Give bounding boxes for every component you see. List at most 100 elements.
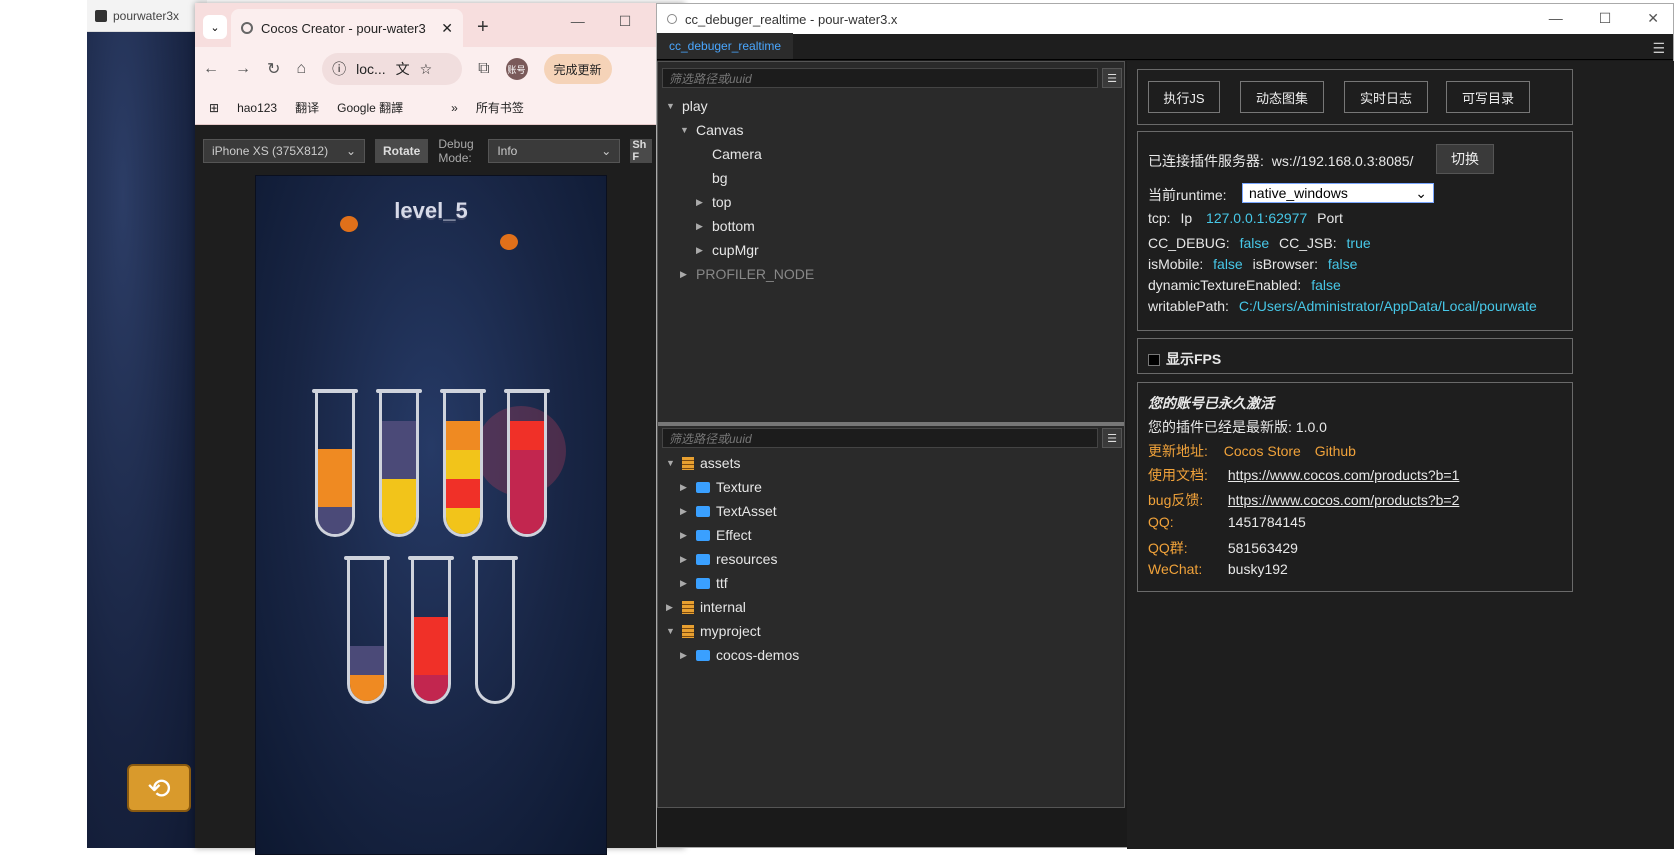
runtime-select[interactable]: native_windows ⌄: [1242, 183, 1434, 203]
show-fps-checkbox[interactable]: 显示FPS: [1148, 349, 1221, 369]
tab-search-chevron-icon[interactable]: ⌄: [203, 15, 227, 39]
rotate-button[interactable]: Rotate: [375, 139, 429, 163]
debugger-window-title: cc_debuger_realtime - pour-water3.x: [685, 11, 898, 27]
cocos-favicon-icon: [241, 22, 253, 34]
tube-6[interactable]: [411, 558, 451, 704]
browser-tab[interactable]: Cocos Creator - pour-water3 ✕: [231, 9, 463, 47]
background-window-titlebar[interactable]: pourwater3x: [87, 0, 207, 32]
app-icon: [667, 14, 677, 24]
github-link[interactable]: Github: [1315, 443, 1356, 459]
back-arrow-icon[interactable]: ←: [203, 60, 219, 78]
maximize-button[interactable]: ☐: [1599, 10, 1612, 27]
checkbox-icon[interactable]: [1148, 354, 1160, 367]
game-canvas[interactable]: level_5: [255, 175, 607, 855]
dynamic-atlas-button[interactable]: 动态图集: [1240, 81, 1324, 113]
page-content: iPhone XS (375X812) ⌄ Rotate Debug Mode:…: [195, 125, 685, 855]
tree-node-cupmgr[interactable]: ▶ cupMgr: [696, 239, 759, 261]
folder-icon: [696, 649, 710, 661]
all-bookmarks-folder[interactable]: 所有书签: [476, 99, 524, 116]
bundle-icon: [682, 624, 694, 638]
asset-folder-texture[interactable]: ▶ Texture: [680, 476, 762, 498]
cocos-store-link[interactable]: Cocos Store: [1224, 443, 1301, 459]
asset-folder-ttf[interactable]: ▶ ttf: [680, 572, 728, 594]
asset-folder-cocos-demos[interactable]: ▶ cocos-demos: [680, 644, 799, 666]
bookmark-google-translate[interactable]: Google 翻譯: [337, 99, 403, 116]
chevron-down-icon: ⌄: [1415, 184, 1427, 201]
asset-bundle-myproject[interactable]: ▼ myproject: [666, 620, 761, 642]
new-tab-button[interactable]: +: [477, 16, 489, 39]
star-icon[interactable]: ☆: [420, 61, 433, 78]
tab-close-icon[interactable]: ✕: [441, 20, 453, 37]
maximize-button[interactable]: ☐: [619, 13, 632, 30]
debugger-titlebar[interactable]: cc_debuger_realtime - pour-water3.x — ☐ …: [657, 4, 1673, 34]
bookmark-translate[interactable]: 翻译: [295, 99, 319, 116]
tube-1[interactable]: [315, 391, 355, 537]
minimize-button[interactable]: —: [571, 13, 585, 30]
docs-row: 使用文档: https://www.cocos.com/products?b=1: [1148, 467, 1460, 483]
tab-strip: ⌄ Cocos Creator - pour-water3 ✕ + — ☐ ✕: [195, 3, 685, 47]
apps-grid-icon[interactable]: ⊞: [209, 101, 219, 115]
asset-folder-textasset[interactable]: ▶ TextAsset: [680, 500, 777, 522]
device-select[interactable]: iPhone XS (375X812) ⌄: [203, 139, 365, 163]
docs-link[interactable]: https://www.cocos.com/products?b=1: [1228, 467, 1460, 483]
tab-cc-debuger-realtime[interactable]: cc_debuger_realtime: [657, 33, 794, 59]
tube-7[interactable]: [475, 558, 515, 704]
chrome-window: ⌄ Cocos Creator - pour-water3 ✕ + — ☐ ✕ …: [195, 3, 685, 855]
tree-node-bg[interactable]: bg: [696, 167, 728, 189]
forward-arrow-icon[interactable]: →: [235, 60, 251, 78]
collapse-tree-icon[interactable]: ☰: [1102, 68, 1122, 88]
version-text: 您的插件已经是最新版: 1.0.0: [1148, 419, 1327, 435]
tube-4[interactable]: [507, 391, 547, 537]
tree-node-bottom[interactable]: ▶ bottom: [696, 215, 755, 237]
asset-filter-input[interactable]: 筛选路径或uuid: [662, 428, 1098, 448]
show-fps-button[interactable]: Sh F: [630, 139, 653, 163]
realtime-log-button[interactable]: 实时日志: [1344, 81, 1428, 113]
writable-dir-button[interactable]: 可写目录: [1446, 81, 1530, 113]
platform-row: isMobile: false isBrowser: false: [1148, 256, 1358, 272]
tree-node-camera[interactable]: Camera: [696, 143, 762, 165]
debug-mode-select[interactable]: Info ⌄: [488, 139, 621, 163]
runtime-label: 当前runtime:: [1148, 187, 1227, 203]
tube-3[interactable]: [443, 391, 483, 537]
tree-node-play[interactable]: ▼ play: [666, 95, 708, 117]
asset-bundle-internal[interactable]: ▶ internal: [666, 596, 746, 618]
toolbar: ← → ↻ ⌂ ⓘ loc... 文 ☆ ⧉ 账号 完成更新: [195, 47, 685, 91]
close-button[interactable]: ✕: [1647, 10, 1659, 27]
collapse-assets-icon[interactable]: ☰: [1102, 428, 1122, 448]
tube-2[interactable]: [379, 391, 419, 537]
menu-icon[interactable]: ☰: [1652, 40, 1665, 57]
asset-folder-effect[interactable]: ▶ Effect: [680, 524, 752, 546]
extensions-icon[interactable]: ⧉: [478, 60, 489, 78]
folder-icon: [696, 481, 710, 493]
minimize-button[interactable]: —: [1549, 10, 1563, 27]
qq-group-row: QQ群: 581563429: [1148, 540, 1298, 556]
panel-splitter[interactable]: [658, 422, 1124, 426]
asset-bundle-assets[interactable]: ▼ assets: [666, 452, 740, 474]
dynamic-texture-row: dynamicTextureEnabled: false: [1148, 277, 1341, 293]
node-filter-input[interactable]: 筛选路径或uuid: [662, 68, 1098, 88]
site-info-icon[interactable]: ⓘ: [332, 59, 346, 79]
bug-link[interactable]: https://www.cocos.com/products?b=2: [1228, 492, 1460, 508]
cc-debug-row: CC_DEBUG: false CC_JSB: true: [1148, 235, 1371, 251]
bookmarks-overflow-icon[interactable]: »: [451, 101, 458, 115]
tree-node-canvas[interactable]: ▼ Canvas: [680, 119, 743, 141]
asset-folder-resources[interactable]: ▶ resources: [680, 548, 777, 570]
tree-node-profiler[interactable]: ▶ PROFILER_NODE: [680, 263, 814, 285]
restart-icon[interactable]: ⟲: [127, 764, 191, 812]
translate-icon[interactable]: 文: [396, 59, 410, 79]
tube-5[interactable]: [347, 558, 387, 704]
background-window-title: pourwater3x: [113, 8, 180, 23]
hierarchy-panel: 筛选路径或uuid ☰ ▼ play ▼ Canvas Camera bg ▶ top…: [657, 61, 1125, 808]
bookmark-hao123[interactable]: hao123: [237, 101, 277, 115]
app-icon: [95, 9, 107, 22]
update-button[interactable]: 完成更新: [543, 54, 612, 84]
avatar[interactable]: 账号: [505, 58, 528, 80]
tree-node-top[interactable]: ▶ top: [696, 191, 731, 213]
switch-button[interactable]: 切换: [1436, 144, 1494, 174]
tab-title: Cocos Creator - pour-water3: [261, 20, 426, 36]
omnibox[interactable]: ⓘ loc... 文 ☆: [322, 53, 463, 85]
home-icon[interactable]: ⌂: [296, 60, 306, 78]
debugger-window: cc_debuger_realtime - pour-water3.x — ☐ …: [656, 3, 1674, 849]
reload-icon[interactable]: ↻: [267, 59, 280, 79]
execute-js-button[interactable]: 执行JS: [1148, 81, 1220, 113]
